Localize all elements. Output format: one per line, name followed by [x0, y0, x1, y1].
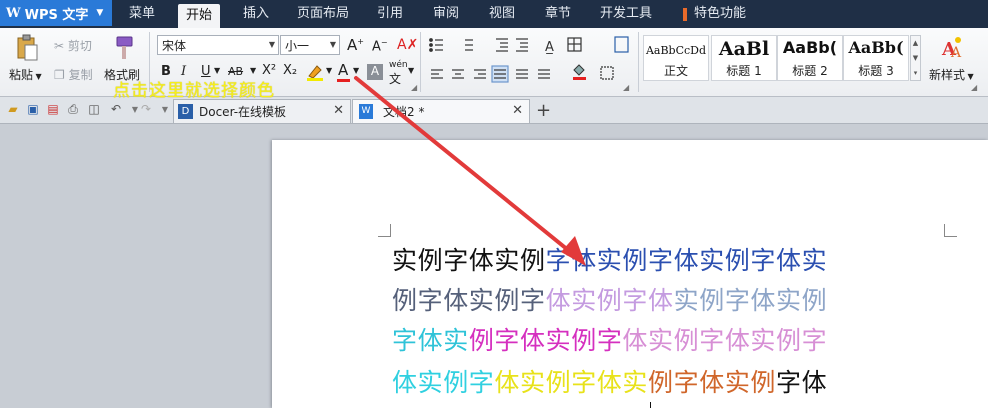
annotation-arrow [354, 76, 586, 266]
